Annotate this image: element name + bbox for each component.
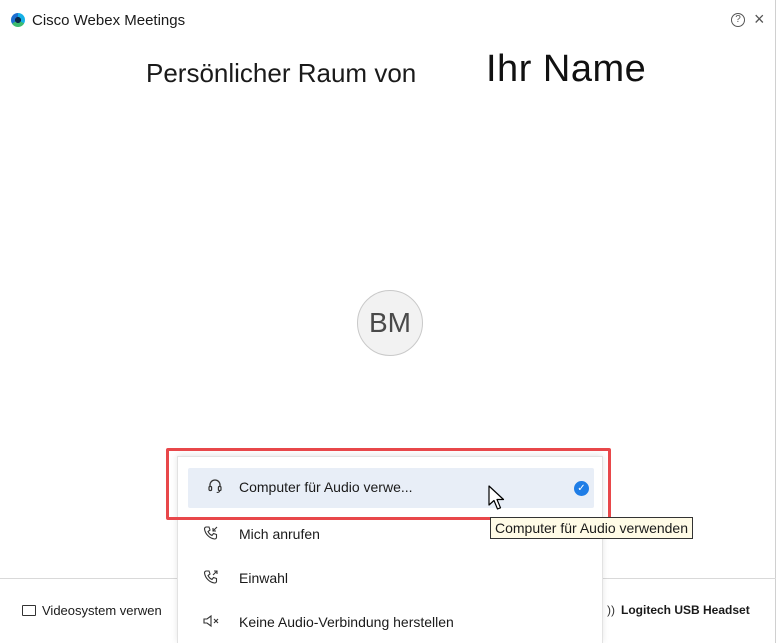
- video-system-button[interactable]: Videosystem verwen: [22, 603, 162, 618]
- room-label: Persönlicher Raum von: [146, 58, 417, 88]
- menu-item-label: Mich anrufen: [239, 526, 320, 542]
- room-name: Ihr Name: [486, 48, 647, 90]
- menu-item-no-audio[interactable]: Keine Audio-Verbindung herstellen: [178, 603, 604, 643]
- menu-item-computer-audio[interactable]: Computer für Audio verwe... ✓: [188, 468, 594, 508]
- no-audio-icon: [202, 613, 220, 633]
- tooltip: Computer für Audio verwenden: [490, 517, 693, 539]
- menu-item-label: Einwahl: [239, 570, 289, 586]
- video-system-icon: [22, 605, 36, 616]
- dial-in-icon: [202, 569, 220, 589]
- avatar: BM: [357, 290, 423, 356]
- menu-item-label: Keine Audio-Verbindung herstellen: [239, 614, 454, 630]
- video-system-label: Videosystem verwen: [42, 603, 162, 618]
- audio-connection-menu: Computer für Audio verwe... ✓ Mich anruf…: [177, 456, 603, 643]
- app-title: Cisco Webex Meetings: [32, 12, 186, 29]
- call-me-icon: [202, 525, 220, 545]
- title-bar: Cisco Webex Meetings ? ×: [0, 0, 776, 38]
- mouse-cursor-icon: [488, 485, 505, 510]
- webex-window: Cisco Webex Meetings ? × Persönlicher Ra…: [0, 0, 776, 643]
- audio-device-label: Logitech USB Headset: [621, 603, 750, 617]
- checkmark-icon: ✓: [574, 481, 589, 496]
- audio-device-button[interactable]: )) Logitech USB Headset: [607, 603, 750, 617]
- speaker-icon: )): [607, 603, 615, 617]
- webex-logo-icon: [11, 13, 25, 27]
- headset-icon: [206, 478, 224, 498]
- help-icon[interactable]: ?: [731, 13, 745, 27]
- close-icon[interactable]: ×: [754, 9, 765, 29]
- menu-item-label: Computer für Audio verwe...: [239, 479, 413, 495]
- menu-item-dial-in[interactable]: Einwahl: [178, 559, 604, 599]
